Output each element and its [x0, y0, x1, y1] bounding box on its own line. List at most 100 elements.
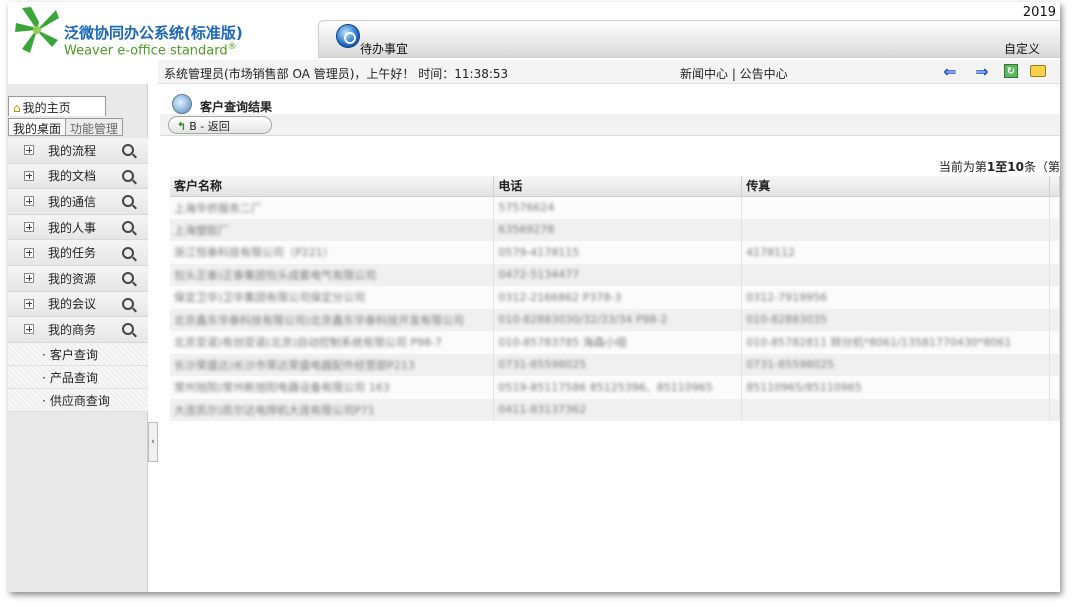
expand-icon[interactable]	[24, 324, 34, 335]
table-row[interactable]: 保定卫华)卫华集团有限公司保定分公司 0312-2166862 P378-3 031…	[170, 286, 1060, 309]
column-header-fax[interactable]: 传真	[741, 176, 1050, 197]
table-row[interactable]: 大连凯尔)凯尔达电焊机大连有限公司P71 0411-83137362	[170, 398, 1060, 421]
search-icon[interactable]	[122, 246, 134, 259]
news-links[interactable]: 新闻中心 | 公告中心	[680, 65, 788, 82]
search-icon[interactable]	[122, 272, 134, 285]
cell-name-text: 北京鑫东华泰科技有限公司)北京鑫东华泰科技开发有限公司	[174, 313, 465, 327]
cell-name-text: 浙江恒泰科技有限公司（P221）	[174, 246, 334, 260]
table-row[interactable]: 北京鑫东华泰科技有限公司)北京鑫东华泰科技开发有限公司 010-82883030/…	[170, 308, 1060, 331]
cell-name-text: 包头正泰)正泰集团包头成套电气有限公司	[174, 268, 377, 282]
folder-icon[interactable]	[1030, 65, 1046, 77]
sidebar-item-label: 我的文档	[48, 169, 97, 184]
sidebar-item[interactable]: 我的会议	[8, 291, 148, 318]
cell-name-text: 上海华侨服务二厂	[174, 201, 262, 215]
cell-fax	[741, 263, 1050, 286]
expand-icon[interactable]	[24, 170, 34, 181]
expand-icon[interactable]	[24, 247, 34, 258]
expand-icon[interactable]	[24, 222, 34, 233]
cell-fax-text: 4178112	[746, 245, 796, 259]
expand-icon[interactable]	[24, 298, 34, 309]
column-header-name[interactable]: 客户名称	[170, 176, 495, 197]
cell-extra	[1049, 398, 1060, 421]
todo-icon[interactable]	[336, 24, 360, 48]
table-row[interactable]: 常州旭阳)常州新旭阳电器设备有限公司 163 0519-85117586 8512…	[170, 376, 1060, 399]
column-header-phone[interactable]: 电话	[493, 176, 743, 197]
arrow-left-icon[interactable]: ⇐	[940, 62, 960, 81]
sidebar-item-label: 我的商务	[48, 322, 97, 337]
home-tab[interactable]: ⌂ 我的主页	[8, 96, 106, 116]
todo-tab[interactable]: 待办事宜	[360, 40, 408, 57]
expand-icon[interactable]	[24, 145, 34, 156]
sidebar-item[interactable]: 我的人事	[8, 214, 148, 241]
search-icon[interactable]	[122, 323, 134, 336]
cell-phone-text: 010-82883030/32/33/34 P98-2	[498, 313, 668, 327]
cell-extra	[1049, 308, 1060, 331]
cell-name[interactable]: 浙江恒泰科技有限公司（P221）	[170, 241, 495, 264]
search-icon[interactable]	[122, 221, 134, 234]
logo[interactable]: 泛微协同办公系统(标准版) Weaver e-office standard®	[8, 2, 318, 62]
table-body: 上海华侨服务二厂 57576624 上海塑胶厂 63569278 浙江恒泰科技有限公司（…	[170, 196, 1060, 421]
cell-fax	[741, 398, 1050, 421]
arrow-right-icon[interactable]: ⇒	[972, 62, 992, 81]
search-icon[interactable]	[122, 169, 134, 182]
top-tab-bar	[318, 20, 1060, 58]
sidebar-collapse-handle[interactable]: ‹	[148, 422, 158, 462]
greeting-text: 系统管理员(市场销售部 OA 管理员)，上午好！ 时间：11:38:53	[164, 67, 509, 81]
tab-my-desk[interactable]: 我的桌面	[8, 118, 67, 136]
cell-fax: 4178112	[741, 241, 1050, 264]
tab-function-manage[interactable]: 功能管理	[66, 118, 124, 136]
column-header-extra	[1049, 176, 1060, 197]
cell-name-text: 长沙荣盛达)长沙市荣达荣盛电器配件经营部P213	[174, 358, 415, 372]
toolbar: ↰ B - 返回	[160, 114, 1060, 136]
cell-fax	[741, 218, 1050, 241]
cell-name[interactable]: 常州旭阳)常州新旭阳电器设备有限公司 163	[170, 376, 495, 399]
cell-phone-text: 010-85783785 海森小组	[498, 336, 627, 350]
expand-icon[interactable]	[24, 273, 34, 284]
cell-name[interactable]: 大连凯尔)凯尔达电焊机大连有限公司P71	[170, 398, 495, 421]
cell-name[interactable]: 保定卫华)卫华集团有限公司保定分公司	[170, 286, 495, 309]
sidebar-item[interactable]: 我的流程	[8, 138, 148, 164]
sidebar-menu: 我的流程我的文档我的通信我的人事 我的任务 我的资源 我的会议我的商务 · 客户查询 · 产品…	[8, 138, 148, 412]
sidebar-item[interactable]: 我的商务	[8, 317, 148, 343]
search-icon[interactable]	[122, 195, 134, 208]
cell-name[interactable]: 北京鑫东华泰科技有限公司)北京鑫东华泰科技开发有限公司	[170, 308, 495, 331]
cell-name[interactable]: 包头正泰)正泰集团包头成套电气有限公司	[170, 263, 495, 286]
main-content: 客户查询结果 ↰ B - 返回 当前为第1至10条（第 客户名称 电话 传真 上海…	[160, 86, 1060, 592]
table-row[interactable]: 北京亚诺)有创亚诺(北京)自动控制系统有限公司 P98-7 010-8578378…	[170, 331, 1060, 354]
cell-name[interactable]: 北京亚诺)有创亚诺(北京)自动控制系统有限公司 P98-7	[170, 331, 495, 354]
expand-icon[interactable]	[24, 196, 34, 207]
sidebar-subitem-label: 供应商查询	[49, 393, 110, 408]
cell-extra	[1049, 196, 1060, 219]
table-row[interactable]: 上海华侨服务二厂 57576624	[170, 196, 1060, 219]
cell-phone: 0472-5134477	[493, 263, 743, 286]
cell-name[interactable]: 上海华侨服务二厂	[170, 196, 495, 219]
nav-icons: ⇐ ⇒ ↻	[940, 62, 1046, 81]
sidebar-subitem[interactable]: · 供应商查询	[8, 388, 148, 412]
bullet-icon: ·	[42, 370, 46, 385]
sidebar-item[interactable]: 我的任务	[8, 240, 148, 266]
cell-fax: 0731-85598025	[741, 353, 1050, 376]
sidebar-subitem[interactable]: · 产品查询	[8, 365, 148, 389]
table-row[interactable]: 长沙荣盛达)长沙市荣达荣盛电器配件经营部P213 0731-85598025 073…	[170, 353, 1060, 376]
sidebar-subitem[interactable]: · 客户查询	[8, 342, 148, 366]
table-row[interactable]: 包头正泰)正泰集团包头成套电气有限公司 0472-5134477	[170, 263, 1060, 286]
cell-name[interactable]: 长沙荣盛达)长沙市荣达荣盛电器配件经营部P213	[170, 353, 495, 376]
table-row[interactable]: 浙江恒泰科技有限公司（P221） 0579-4178115 4178112	[170, 241, 1060, 264]
cell-extra	[1049, 218, 1060, 241]
refresh-icon[interactable]: ↻	[1004, 64, 1018, 78]
sidebar-item-label: 我的通信	[48, 194, 97, 209]
search-icon[interactable]	[122, 144, 134, 157]
sidebar-item[interactable]: 我的文档	[8, 163, 148, 190]
cell-phone: 0312-2166862 P378-3	[493, 286, 743, 309]
back-button[interactable]: ↰ B - 返回	[168, 116, 272, 134]
sidebar-item[interactable]: 我的通信	[8, 189, 148, 215]
sidebar-item[interactable]: 我的资源	[8, 265, 148, 292]
customize-link[interactable]: 自定义	[1004, 40, 1040, 57]
status-bar: 系统管理员(市场销售部 OA 管理员)，上午好！ 时间：11:38:53 新闻中…	[158, 60, 1060, 84]
table-row[interactable]: 上海塑胶厂 63569278	[170, 218, 1060, 241]
bullet-icon: ·	[42, 347, 46, 362]
cell-name[interactable]: 上海塑胶厂	[170, 218, 495, 241]
sidebar-item-label: 我的流程	[48, 143, 97, 158]
cell-extra	[1049, 353, 1060, 376]
search-icon[interactable]	[122, 297, 134, 310]
